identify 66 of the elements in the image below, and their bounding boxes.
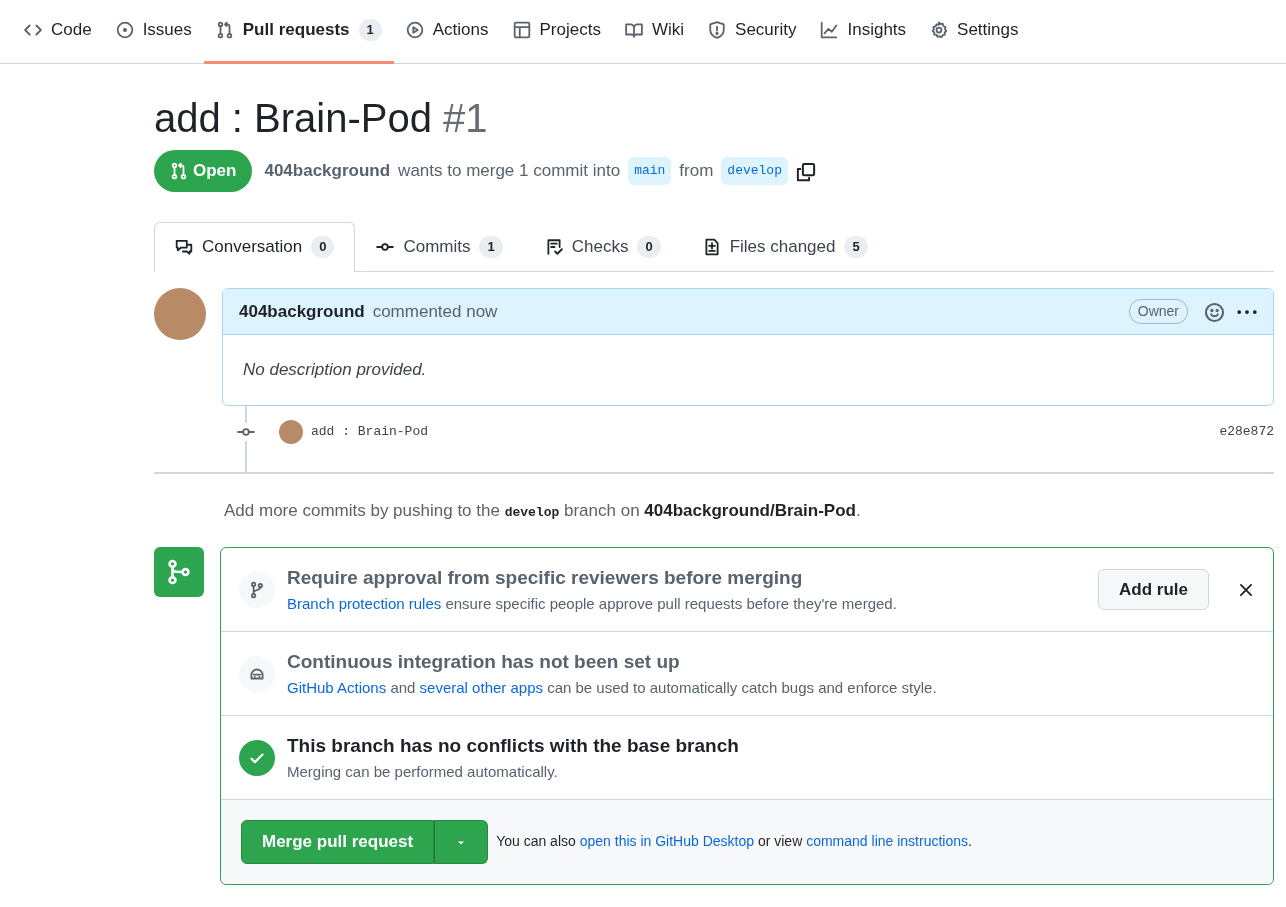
issue-icon — [115, 21, 134, 39]
commit-sha-link[interactable]: e28e872 — [1219, 421, 1274, 442]
pr-tab[interactable]: Commits 1 — [355, 221, 524, 272]
file-diff-icon — [702, 238, 721, 256]
push-hint: Add more commits by pushing to the develop branch on 404background/Brain-Pod. — [224, 499, 862, 522]
pr-tab[interactable]: Checks 0 — [523, 221, 682, 272]
repo-tab[interactable]: Code — [12, 0, 104, 64]
repo-tab[interactable]: Actions — [393, 0, 501, 64]
branch-icon — [248, 580, 266, 599]
section-title: Require approval from specific reviewers before merging — [287, 566, 804, 590]
counter: 5 — [844, 236, 868, 258]
repo-tab[interactable]: Insights — [808, 0, 919, 64]
add-rule-button[interactable]: Add rule — [1098, 568, 1209, 611]
pull-request-icon — [170, 161, 188, 180]
smiley-icon — [1204, 301, 1225, 323]
avatar — [279, 419, 303, 444]
graph-icon — [820, 21, 839, 39]
link[interactable]: command line instructions — [806, 833, 968, 850]
commit-message-link[interactable]: add : Brain-Pod — [311, 421, 429, 442]
counter: 0 — [311, 236, 335, 258]
repo-tab[interactable]: Issues — [103, 0, 204, 64]
section-description: Merging can be performed automatically. — [287, 761, 559, 782]
repo-tab[interactable]: Wiki — [612, 0, 697, 64]
from-text: from — [679, 160, 714, 182]
status-badge: Open — [154, 150, 253, 192]
link[interactable]: open this in GitHub Desktop — [579, 833, 755, 850]
section-description: Branch protection rules ensure specific people approve pull requests before they're merged. — [287, 593, 898, 614]
kebab-icon — [1237, 309, 1257, 315]
pr-title: add : Brain-Pod — [154, 96, 432, 140]
pr-tab[interactable]: Conversation 0 — [154, 221, 356, 272]
counter: 1 — [358, 19, 382, 41]
link[interactable]: several other apps — [419, 678, 543, 696]
base-branch-link[interactable]: main — [628, 157, 672, 185]
author-link[interactable]: 404background — [264, 158, 391, 184]
speech-bubbles-icon — [175, 238, 193, 256]
pr-tab[interactable]: Files changed 5 — [681, 221, 889, 272]
counter: 1 — [479, 236, 503, 258]
repo-tab[interactable]: Projects — [500, 0, 613, 64]
pull-request-icon — [215, 21, 234, 39]
branch-icon — [166, 559, 192, 585]
pr-number: #1 — [443, 96, 488, 140]
avatar — [154, 287, 206, 340]
role-label: Owner — [1128, 298, 1188, 324]
dropdown-button[interactable] — [434, 820, 489, 864]
link[interactable]: GitHub Actions — [287, 678, 387, 696]
checklist-icon — [544, 238, 563, 256]
copy-icon — [795, 161, 816, 182]
section-description: GitHub Actions and several other apps can be used to automatically catch bugs and enforce style. — [287, 677, 938, 698]
section-title: Continuous integration has not been set up — [287, 650, 681, 674]
book-icon — [624, 21, 643, 39]
repo-tab[interactable]: Settings — [918, 0, 1031, 64]
gear-icon — [930, 21, 949, 39]
comment-body: No description provided. — [242, 359, 428, 381]
section-title: This branch has no conflicts with the base branch — [287, 734, 740, 758]
shield-icon — [708, 21, 727, 39]
merge-help-text: You can also open this in GitHub Desktop or view command line instructions. — [496, 832, 972, 852]
repo-tab[interactable]: Security — [696, 0, 809, 64]
play-icon — [405, 21, 424, 39]
comment-action: commented now — [372, 300, 498, 323]
counter: 0 — [637, 236, 661, 258]
merge-text: wants to merge 1 commit into — [398, 160, 621, 182]
repo-tab[interactable]: Pull requests 1 — [203, 0, 394, 64]
head-branch-link[interactable]: develop — [721, 157, 788, 185]
link[interactable]: Branch protection rules — [287, 594, 442, 612]
author-link[interactable]: 404background — [239, 298, 365, 324]
table-icon — [512, 21, 531, 39]
